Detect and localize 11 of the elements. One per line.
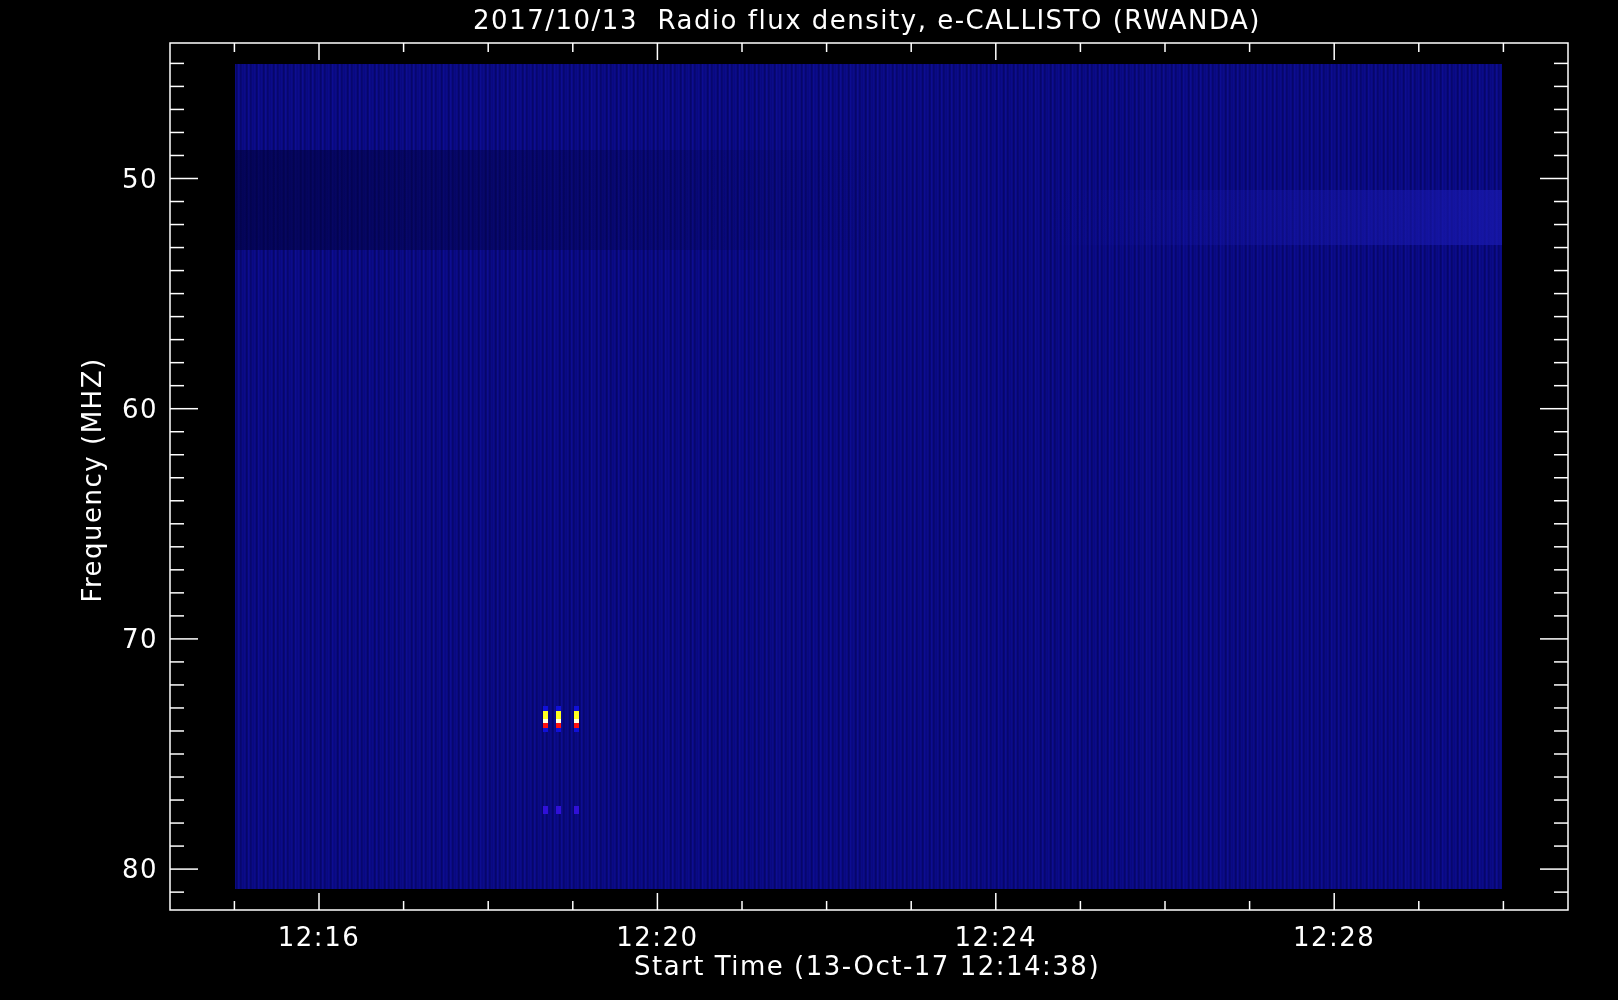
y-tick-label: 80	[121, 854, 158, 885]
chart-title: 2017/10/13 Radio flux density, e-CALLISTO (RWANDA)	[473, 5, 1261, 35]
y-axis-title: Frequency (MHZ)	[77, 357, 107, 603]
x-tick-label: 12:28	[1293, 922, 1376, 952]
x-tick-label: 12:24	[954, 922, 1037, 952]
y-tick-label: 70	[121, 623, 158, 654]
x-axis-title: Start Time (13-Oct-17 12:14:38)	[633, 951, 1101, 981]
x-tick-label: 12:16	[277, 922, 361, 952]
y-tick-label: 50	[121, 163, 158, 194]
x-tick-label: 12:20	[616, 922, 699, 952]
y-tick-label: 60	[121, 393, 158, 424]
